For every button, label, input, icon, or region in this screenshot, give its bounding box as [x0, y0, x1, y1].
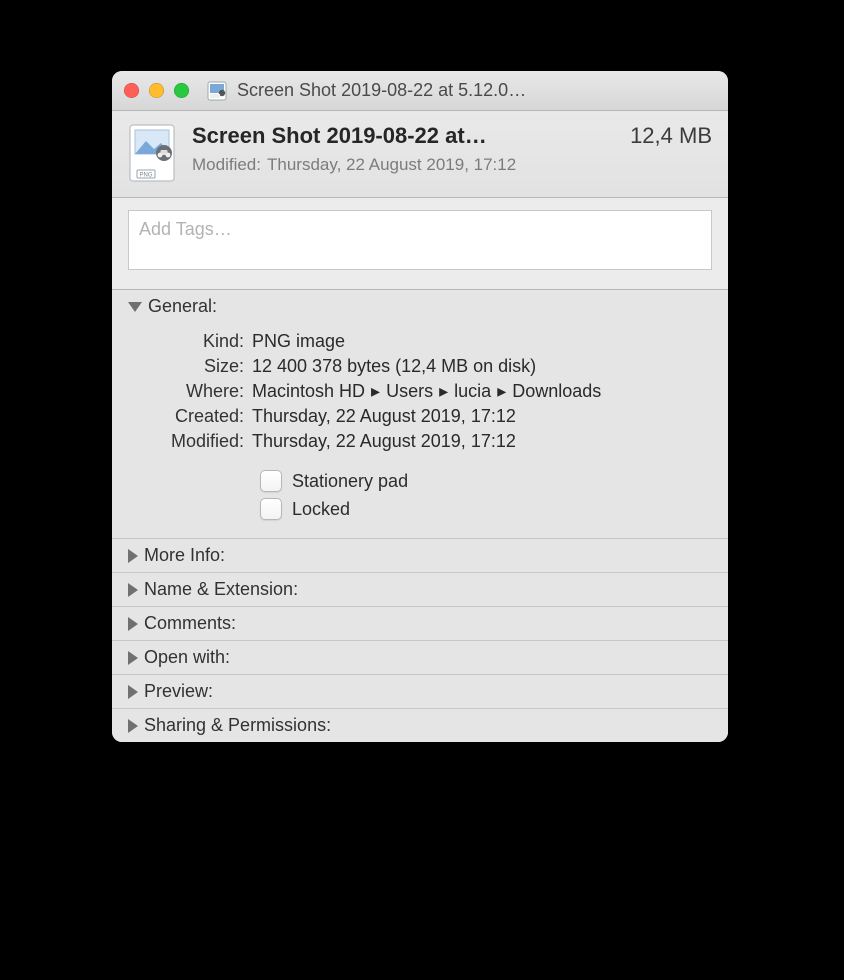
created-label: Created:	[128, 406, 252, 427]
zoom-button[interactable]	[174, 83, 189, 98]
section-header-open-with[interactable]: Open with:	[112, 641, 728, 674]
proxy-icon[interactable]	[207, 81, 227, 101]
where-label: Where:	[128, 381, 252, 402]
modified-label: Modified:	[192, 155, 261, 175]
tags-input[interactable]	[128, 210, 712, 270]
section-comments: Comments:	[112, 607, 728, 641]
section-header-comments[interactable]: Comments:	[112, 607, 728, 640]
close-button[interactable]	[124, 83, 139, 98]
section-label-general: General:	[148, 296, 217, 317]
file-name-title: Screen Shot 2019-08-22 at…	[192, 123, 614, 149]
size-value: 12 400 378 bytes (12,4 MB on disk)	[252, 356, 712, 377]
locked-label: Locked	[292, 499, 350, 520]
disclosure-right-icon	[128, 685, 138, 699]
size-label: Size:	[128, 356, 252, 377]
section-header-more-info[interactable]: More Info:	[112, 539, 728, 572]
tags-container	[112, 198, 728, 290]
section-sharing-permissions: Sharing & Permissions:	[112, 709, 728, 742]
section-name-extension: Name & Extension:	[112, 573, 728, 607]
disclosure-right-icon	[128, 583, 138, 597]
section-header-sharing-permissions[interactable]: Sharing & Permissions:	[112, 709, 728, 742]
kind-label: Kind:	[128, 331, 252, 352]
kind-value: PNG image	[252, 331, 712, 352]
disclosure-right-icon	[128, 617, 138, 631]
file-size-header: 12,4 MB	[630, 123, 712, 149]
created-value: Thursday, 22 August 2019, 17:12	[252, 406, 712, 427]
disclosure-right-icon	[128, 719, 138, 733]
file-icon: PNG	[128, 123, 176, 183]
section-label-comments: Comments:	[144, 613, 236, 634]
modified2-value: Thursday, 22 August 2019, 17:12	[252, 431, 712, 452]
modified-value: Thursday, 22 August 2019, 17:12	[267, 155, 516, 175]
svg-text:PNG: PNG	[139, 173, 152, 179]
section-open-with: Open with:	[112, 641, 728, 675]
stationery-pad-checkbox[interactable]	[260, 470, 282, 492]
traffic-lights	[124, 83, 189, 98]
modified2-label: Modified:	[128, 431, 252, 452]
disclosure-right-icon	[128, 651, 138, 665]
section-header-general[interactable]: General:	[112, 290, 728, 323]
section-header-preview[interactable]: Preview:	[112, 675, 728, 708]
window-title: Screen Shot 2019-08-22 at 5.12.0…	[237, 80, 716, 101]
section-label-name-extension: Name & Extension:	[144, 579, 298, 600]
disclosure-right-icon	[128, 549, 138, 563]
where-value: Macintosh HD▸Users▸lucia▸Downloads	[252, 381, 712, 402]
locked-checkbox[interactable]	[260, 498, 282, 520]
section-header-name-extension[interactable]: Name & Extension:	[112, 573, 728, 606]
get-info-window: Screen Shot 2019-08-22 at 5.12.0… PNG	[112, 71, 728, 742]
stationery-pad-label: Stationery pad	[292, 471, 408, 492]
disclosure-down-icon	[128, 302, 142, 312]
section-label-more-info: More Info:	[144, 545, 225, 566]
section-label-preview: Preview:	[144, 681, 213, 702]
section-label-sharing-permissions: Sharing & Permissions:	[144, 715, 331, 736]
minimize-button[interactable]	[149, 83, 164, 98]
section-more-info: More Info:	[112, 539, 728, 573]
section-preview: Preview:	[112, 675, 728, 709]
header: PNG Screen Shot 2019-08-22 at… 12,4 MB M…	[112, 111, 728, 198]
titlebar[interactable]: Screen Shot 2019-08-22 at 5.12.0…	[112, 71, 728, 111]
section-label-open-with: Open with:	[144, 647, 230, 668]
section-general: General: Kind: PNG image Size: 12 400 37…	[112, 290, 728, 539]
